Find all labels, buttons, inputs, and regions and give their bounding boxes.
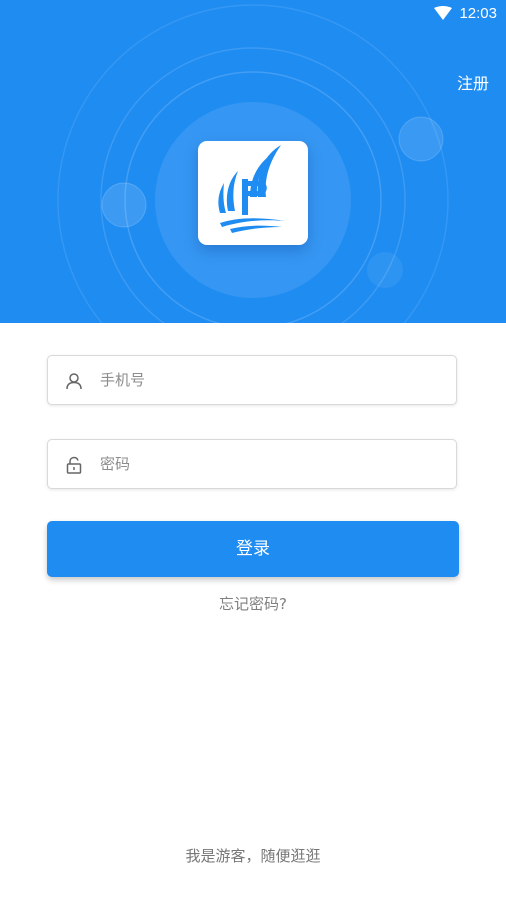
- register-link[interactable]: 注册: [457, 74, 489, 94]
- password-field[interactable]: [47, 439, 457, 489]
- status-time: 12:03: [459, 5, 497, 22]
- app-logo-icon: [218, 145, 286, 233]
- guest-browse-link[interactable]: 我是游客，随便逛逛: [0, 846, 506, 866]
- phone-field[interactable]: [47, 355, 457, 405]
- user-icon: [66, 373, 82, 390]
- password-input[interactable]: [100, 440, 440, 488]
- lock-icon: [66, 456, 82, 474]
- status-bar: 12:03: [0, 0, 506, 28]
- wifi-icon: [434, 6, 452, 20]
- login-button[interactable]: 登录: [47, 521, 459, 577]
- phone-input[interactable]: [100, 356, 440, 404]
- header-banner: 12:03 注册: [0, 0, 506, 323]
- app-logo: [198, 141, 308, 245]
- forgot-password-link[interactable]: 忘记密码?: [0, 594, 506, 614]
